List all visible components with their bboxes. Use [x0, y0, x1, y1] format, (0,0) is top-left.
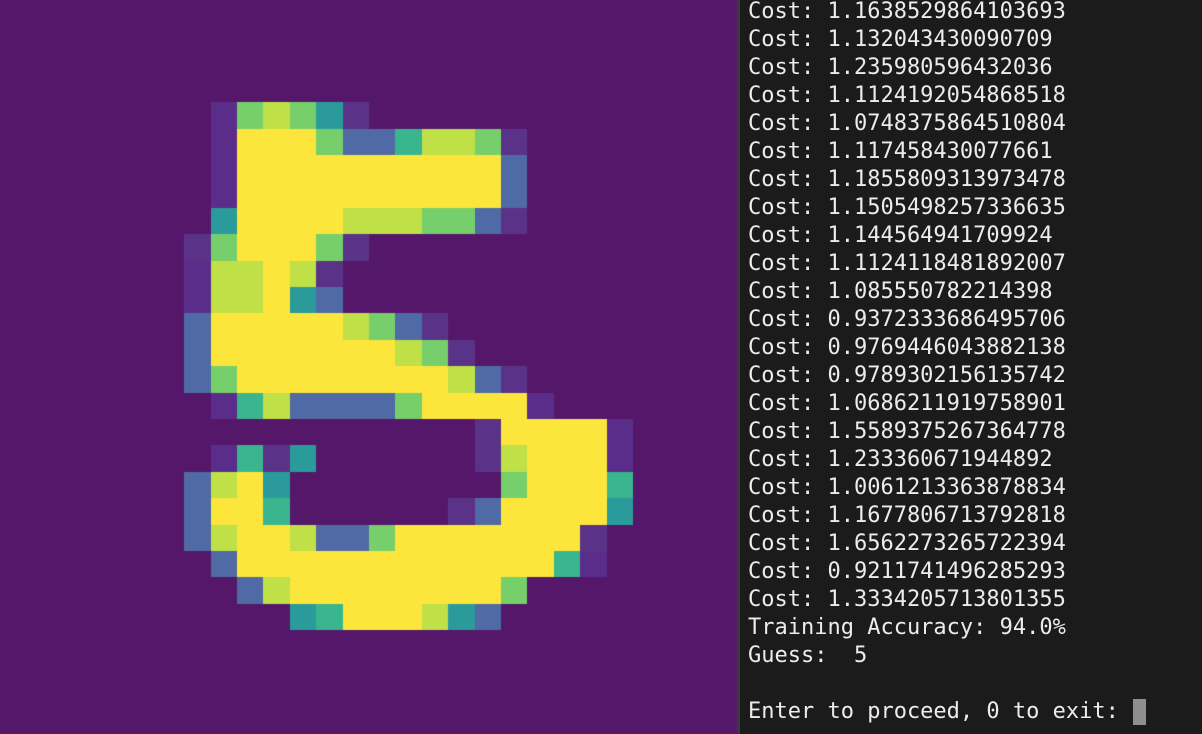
screen: Cost: 1.1638529864103693 Cost: 1.13204343…	[0, 0, 1202, 734]
terminal-line: Cost: 1.1124192054868518	[748, 83, 1066, 108]
terminal-line: Cost: 1.0061213363878834	[748, 475, 1066, 500]
terminal-line: Cost: 0.9211741496285293	[748, 559, 1066, 584]
terminal-line: Cost: 1.235980596432036	[748, 55, 1053, 80]
terminal-line: Cost: 1.0748375864510804	[748, 111, 1066, 136]
terminal-line: Cost: 0.9789302156135742	[748, 363, 1066, 388]
terminal-line: Cost: 1.6562273265722394	[748, 531, 1066, 556]
terminal-line: Cost: 1.085550782214398	[748, 279, 1053, 304]
text-cursor	[1133, 699, 1147, 725]
terminal-line: Cost: 0.9769446043882138	[748, 335, 1066, 360]
terminal-line: Training Accuracy: 94.0%	[748, 615, 1066, 640]
digit-image	[0, 0, 737, 734]
terminal-line: Cost: 1.1855809313973478	[748, 167, 1066, 192]
terminal-line: Cost: 0.9372333686495706	[748, 307, 1066, 332]
terminal-line: Cost: 1.117458430077661	[748, 139, 1053, 164]
terminal-line: Cost: 1.0686211919758901	[748, 391, 1066, 416]
terminal-line: Cost: 1.1638529864103693	[748, 0, 1066, 24]
terminal-line: Cost: 1.233360671944892	[748, 447, 1053, 472]
terminal-line: Cost: 1.1677806713792818	[748, 503, 1066, 528]
digit-plot-window	[0, 0, 737, 734]
terminal-line: Cost: 1.132043430090709	[748, 27, 1053, 52]
terminal-line: Cost: 1.1124118481892007	[748, 251, 1066, 276]
terminal-output: Cost: 1.1638529864103693 Cost: 1.13204343…	[748, 0, 1198, 726]
terminal-line: Guess: 5	[748, 643, 868, 668]
terminal-line: Cost: 1.3334205713801355	[748, 587, 1066, 612]
prompt-text: Enter to proceed, 0 to exit:	[748, 699, 1133, 724]
terminal-window[interactable]: Cost: 1.1638529864103693 Cost: 1.13204343…	[740, 0, 1202, 734]
terminal-prompt[interactable]: Enter to proceed, 0 to exit:	[748, 698, 1198, 726]
terminal-line: Cost: 1.5589375267364778	[748, 419, 1066, 444]
terminal-line: Cost: 1.144564941709924	[748, 223, 1053, 248]
terminal-line: Cost: 1.1505498257336635	[748, 195, 1066, 220]
